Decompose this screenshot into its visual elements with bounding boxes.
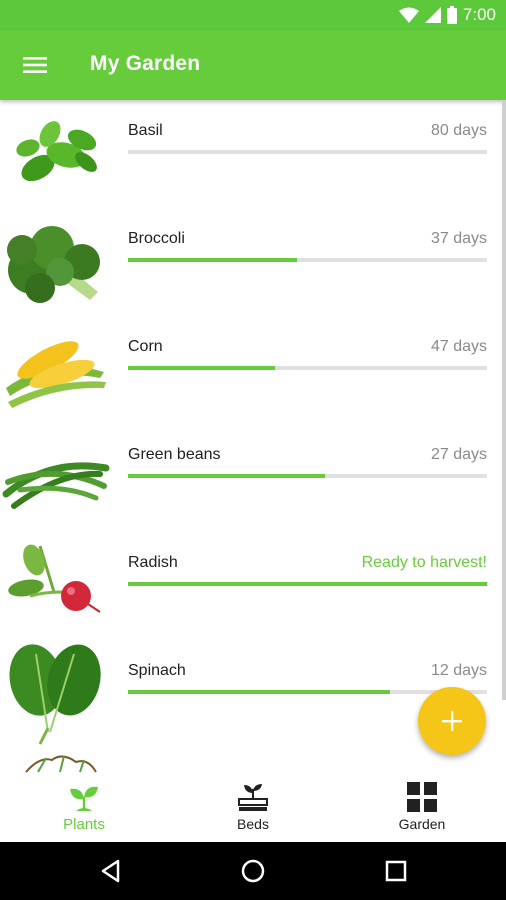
planter-bed-icon <box>238 784 268 811</box>
plant-status: 80 days <box>430 122 487 139</box>
plant-row-partial <box>0 748 500 775</box>
growth-progress-fill <box>128 258 297 262</box>
scrollbar[interactable] <box>502 100 506 700</box>
growth-progress-fill <box>128 366 276 370</box>
nav-beds-label: Beds <box>237 816 269 832</box>
bottom-navigation: Plants Beds Garden <box>0 775 506 842</box>
battery-icon <box>446 6 457 24</box>
system-navigation-bar <box>0 842 506 900</box>
plant-list: Basil 80 days Broccoli 37 days Corn 47 d… <box>0 100 506 775</box>
plant-name: Broccoli <box>128 230 185 247</box>
spinach-image <box>9 644 101 745</box>
plant-name: Green beans <box>128 446 221 463</box>
growth-progress-bar <box>128 258 487 262</box>
growth-progress-bar <box>128 474 487 478</box>
back-icon[interactable] <box>96 856 126 886</box>
app-bar: My Garden <box>0 30 506 100</box>
green-beans-image <box>2 462 110 509</box>
status-bar: 7:00 <box>0 0 506 30</box>
plant-name: Basil <box>128 122 163 139</box>
plant-name: Spinach <box>128 662 186 679</box>
growth-progress-fill <box>128 690 391 694</box>
page-title: My Garden <box>90 52 201 75</box>
add-plant-button[interactable] <box>418 687 486 755</box>
plant-name: Radish <box>128 554 178 571</box>
sprout-icon <box>70 786 98 811</box>
plant-status: 27 days <box>430 446 487 463</box>
plant-row-radish[interactable]: Radish Ready to harvest! <box>0 532 500 640</box>
growth-progress-fill <box>128 474 326 478</box>
nav-garden[interactable]: Garden <box>338 775 506 842</box>
broccoli-image <box>7 226 100 303</box>
recents-icon[interactable] <box>381 856 411 886</box>
basil-image <box>16 121 97 182</box>
plant-row-broccoli[interactable]: Broccoli 37 days <box>0 208 500 316</box>
signal-icon <box>424 7 441 23</box>
growth-progress-bar <box>128 366 487 370</box>
plus-icon <box>442 711 462 731</box>
nav-garden-label: Garden <box>398 816 446 832</box>
plant-status: 37 days <box>430 230 487 247</box>
corn-image <box>6 341 106 408</box>
plant-partial-image <box>25 755 97 773</box>
grid-icon <box>407 782 437 812</box>
growth-progress-bar <box>128 582 487 586</box>
nav-plants-label: Plants <box>63 816 105 833</box>
status-icons: 7:00 <box>398 4 496 26</box>
plant-status: Ready to harvest! <box>361 554 487 571</box>
plant-status: 47 days <box>430 338 487 355</box>
radish-image <box>8 544 101 613</box>
growth-progress-fill <box>128 582 487 586</box>
wifi-icon <box>398 7 419 23</box>
menu-button[interactable] <box>22 52 48 78</box>
status-time: 7:00 <box>462 5 496 24</box>
nav-plants[interactable]: Plants <box>0 775 168 842</box>
plant-name: Corn <box>128 338 163 355</box>
hamburger-menu-icon <box>23 57 47 73</box>
plant-row-green-beans[interactable]: Green beans 27 days <box>0 424 500 532</box>
home-icon[interactable] <box>238 856 268 886</box>
plant-row-corn[interactable]: Corn 47 days <box>0 316 500 424</box>
plant-status: 12 days <box>430 662 487 679</box>
growth-progress-bar <box>128 150 487 154</box>
plant-row-basil[interactable]: Basil 80 days <box>0 100 500 208</box>
nav-beds[interactable]: Beds <box>169 775 337 842</box>
